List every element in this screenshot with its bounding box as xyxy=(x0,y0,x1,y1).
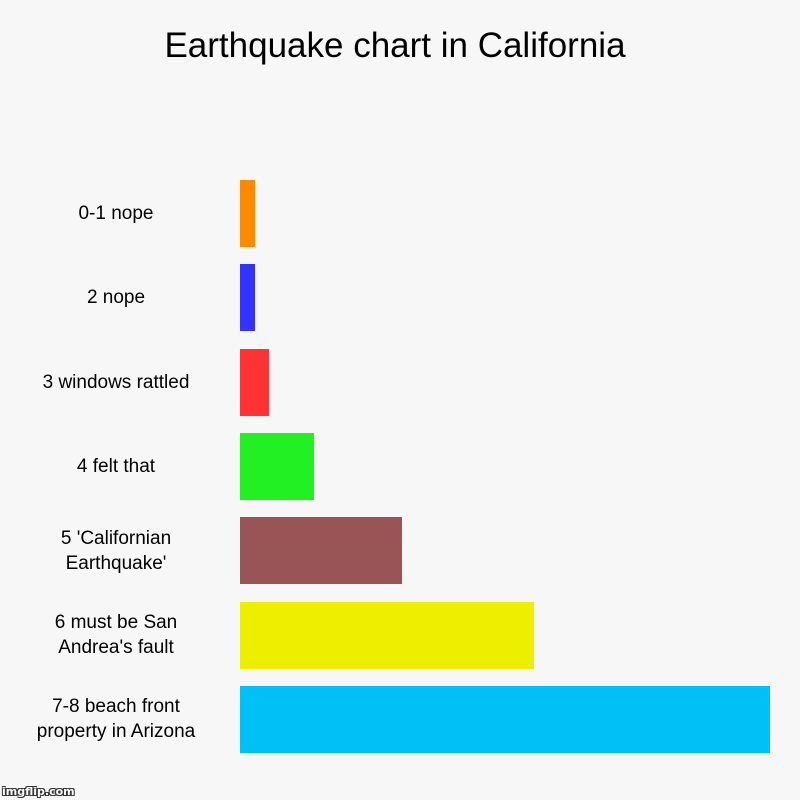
category-label: 6 must be San Andrea's fault xyxy=(0,602,232,669)
category-label-text: 6 must be San Andrea's fault xyxy=(54,612,178,658)
category-label: 3 windows rattled xyxy=(0,349,232,416)
bar xyxy=(240,348,270,416)
category-label: 7-8 beach front property in Arizona xyxy=(0,686,232,753)
watermark: imgflip.com xyxy=(2,785,75,798)
category-label-text: 0-1 nope xyxy=(78,203,154,224)
category-label-text: 4 felt that xyxy=(76,455,156,477)
category-label: 2 nope xyxy=(0,264,232,331)
bar xyxy=(240,601,535,669)
chart-title: Earthquake chart in California xyxy=(164,26,626,65)
category-label: 4 felt that xyxy=(0,433,232,500)
bar xyxy=(240,432,314,500)
category-label: 5 'Californian Earthquake' xyxy=(0,517,232,584)
category-label: 0-1 nope xyxy=(0,180,232,247)
category-label-text: 7-8 beach front property in Arizona xyxy=(36,696,196,743)
bar xyxy=(240,517,402,585)
bar xyxy=(240,685,770,753)
bar xyxy=(240,180,255,247)
category-label-text: 5 'Californian Earthquake' xyxy=(60,527,172,574)
category-label-text: 2 nope xyxy=(86,287,146,309)
bar xyxy=(240,264,255,332)
category-label-text: 3 windows rattled xyxy=(42,371,190,393)
